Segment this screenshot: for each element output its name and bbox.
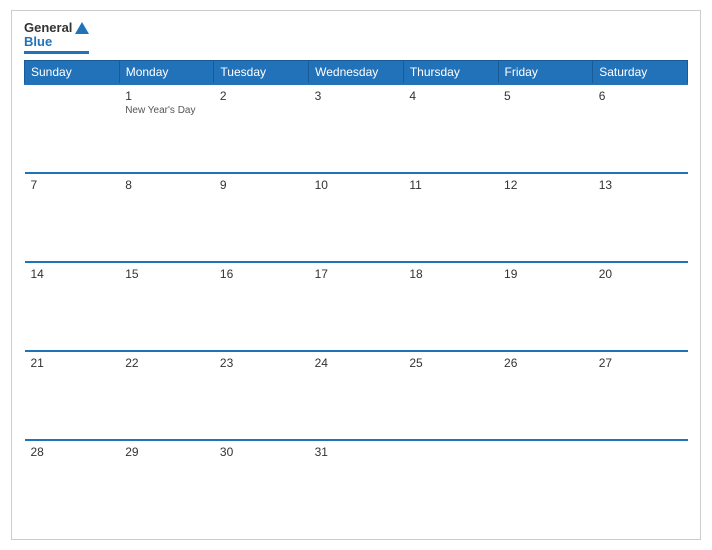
calendar-day-cell: 9 [214, 173, 309, 262]
calendar-day-cell: 15 [119, 262, 214, 351]
logo-text-blue: Blue [24, 35, 52, 49]
calendar-table: Sunday Monday Tuesday Wednesday Thursday… [24, 60, 688, 529]
calendar-header: General Blue [24, 21, 688, 54]
day-number: 21 [31, 356, 114, 370]
calendar-week-row: 789 10 11 12 13 [25, 173, 688, 262]
day-number: 11 [409, 178, 492, 192]
calendar-day-cell: 25 [403, 351, 498, 440]
weekday-header-row: Sunday Monday Tuesday Wednesday Thursday… [25, 60, 688, 84]
calendar-day-cell [593, 440, 688, 529]
calendar-day-cell: 8 [119, 173, 214, 262]
calendar-day-cell [403, 440, 498, 529]
calendar-day-cell: 26 [498, 351, 593, 440]
day-number: 9 [220, 178, 303, 192]
day-number: 5 [504, 89, 587, 103]
calendar-day-cell: 20 [593, 262, 688, 351]
header-tuesday: Tuesday [214, 60, 309, 84]
day-number: 22 [125, 356, 208, 370]
calendar-week-row: 21 22 23 24 25 26 27 [25, 351, 688, 440]
day-number: 4 [409, 89, 492, 103]
day-number: 19 [504, 267, 587, 281]
day-number: 7 [31, 178, 114, 192]
day-number: 16 [220, 267, 303, 281]
header-friday: Friday [498, 60, 593, 84]
calendar-day-cell: 30 [214, 440, 309, 529]
day-number: 8 [125, 178, 208, 192]
logo-underline [24, 51, 89, 54]
calendar-day-cell: 10 [309, 173, 404, 262]
day-number: 29 [125, 445, 208, 459]
logo: General Blue [24, 21, 89, 54]
calendar: General Blue Sunday Monday Tuesday Wedne… [11, 10, 701, 540]
day-number: 3 [315, 89, 398, 103]
calendar-day-cell: 17 [309, 262, 404, 351]
header-monday: Monday [119, 60, 214, 84]
day-number: 6 [599, 89, 682, 103]
calendar-day-cell: 27 [593, 351, 688, 440]
event-label: New Year's Day [125, 105, 208, 116]
day-number: 30 [220, 445, 303, 459]
calendar-day-cell: 3 [309, 84, 404, 173]
day-number: 13 [599, 178, 682, 192]
logo-text-general: General [24, 21, 72, 35]
calendar-day-cell: 14 [25, 262, 120, 351]
day-number: 14 [31, 267, 114, 281]
calendar-day-cell: 16 [214, 262, 309, 351]
day-number: 20 [599, 267, 682, 281]
day-number: 1 [125, 89, 208, 103]
calendar-day-cell: 23 [214, 351, 309, 440]
header-saturday: Saturday [593, 60, 688, 84]
calendar-day-cell: 11 [403, 173, 498, 262]
calendar-day-cell: 2 [214, 84, 309, 173]
calendar-day-cell: 13 [593, 173, 688, 262]
calendar-day-cell: 31 [309, 440, 404, 529]
calendar-day-cell: 6 [593, 84, 688, 173]
calendar-day-cell: 19 [498, 262, 593, 351]
calendar-day-cell: 22 [119, 351, 214, 440]
calendar-day-cell [498, 440, 593, 529]
day-number: 27 [599, 356, 682, 370]
day-number: 31 [315, 445, 398, 459]
header-sunday: Sunday [25, 60, 120, 84]
day-number: 12 [504, 178, 587, 192]
logo-triangle-icon [75, 22, 89, 34]
calendar-day-cell: 12 [498, 173, 593, 262]
day-number: 15 [125, 267, 208, 281]
day-number: 17 [315, 267, 398, 281]
calendar-day-cell: 24 [309, 351, 404, 440]
calendar-week-row: 14 15 16 17 18 19 20 [25, 262, 688, 351]
day-number: 10 [315, 178, 398, 192]
day-number: 28 [31, 445, 114, 459]
header-wednesday: Wednesday [309, 60, 404, 84]
day-number: 23 [220, 356, 303, 370]
calendar-day-cell: 18 [403, 262, 498, 351]
calendar-week-row: 1 New Year's Day 23456 [25, 84, 688, 173]
calendar-week-row: 28 29 30 31 [25, 440, 688, 529]
day-number: 18 [409, 267, 492, 281]
day-number: 2 [220, 89, 303, 103]
day-number: 24 [315, 356, 398, 370]
day-number: 26 [504, 356, 587, 370]
calendar-day-cell: 4 [403, 84, 498, 173]
day-number: 25 [409, 356, 492, 370]
calendar-day-cell: 5 [498, 84, 593, 173]
calendar-day-cell [25, 84, 120, 173]
calendar-day-cell: 28 [25, 440, 120, 529]
header-thursday: Thursday [403, 60, 498, 84]
calendar-day-cell: 7 [25, 173, 120, 262]
calendar-day-cell: 1 New Year's Day [119, 84, 214, 173]
calendar-day-cell: 29 [119, 440, 214, 529]
calendar-day-cell: 21 [25, 351, 120, 440]
